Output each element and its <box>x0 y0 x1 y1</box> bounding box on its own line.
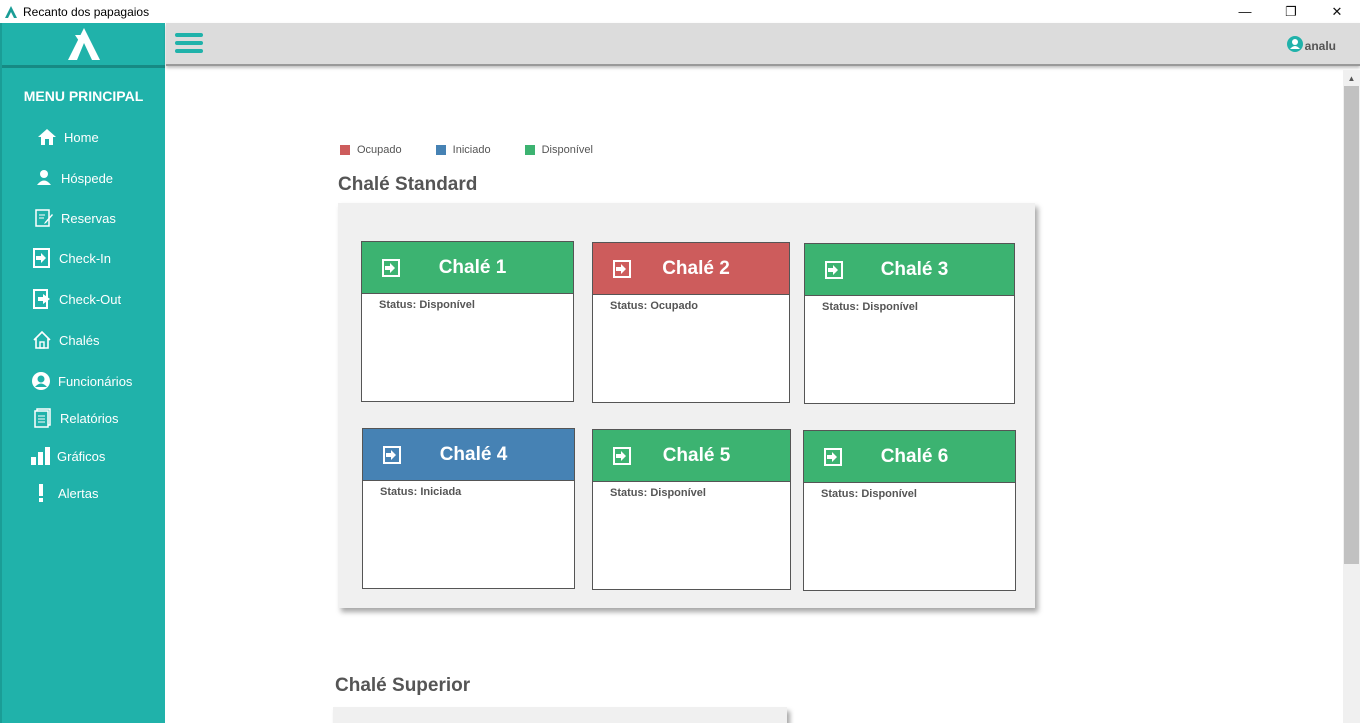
section-title-standard: Chalé Standard <box>338 174 478 195</box>
sidebar-item-label: Relatórios <box>60 410 119 426</box>
legend-swatch <box>524 145 535 155</box>
house-outline-icon <box>31 330 53 350</box>
chalet-card-header: Chalé 5 <box>593 430 790 482</box>
chalet-card-header: Chalé 1 <box>362 242 573 294</box>
sidebar-item-chales[interactable]: Chalés <box>2 325 165 355</box>
chalet-status: Status: Disponível <box>821 488 917 500</box>
enter-icon <box>613 260 631 278</box>
app-logo-icon <box>67 28 100 60</box>
bar-chart-icon <box>29 446 51 466</box>
chalet-status: Status: Disponível <box>379 299 475 311</box>
enter-icon <box>824 448 842 466</box>
superior-chalets-panel <box>333 707 787 723</box>
legend-label: Iniciado <box>452 144 491 156</box>
chalet-status: Status: Iniciada <box>380 486 462 498</box>
sidebar-item-label: Hóspede <box>61 170 114 186</box>
legend-item-disponivel: Disponível <box>524 144 593 156</box>
window-titlebar: Recanto dos papagaios — ❐ ✕ <box>0 0 1360 23</box>
sidebar-item-check-out[interactable]: Check-Out <box>2 284 165 314</box>
legend-swatch <box>435 145 446 155</box>
menu-title: MENU PRINCIPAL <box>23 88 144 104</box>
chalet-card-header: Chalé 4 <box>363 429 574 481</box>
user-menu[interactable]: analu <box>1286 36 1336 55</box>
sidebar-item-relatorios[interactable]: Relatórios <box>2 403 165 433</box>
scroll-up-icon[interactable]: ▲ <box>1343 70 1360 86</box>
legend-item-iniciado: Iniciado <box>435 144 491 156</box>
chalet-card-2[interactable]: Chalé 2 Status: Ocupado <box>592 242 790 403</box>
sidebar-item-funcionarios[interactable]: Funcionários <box>2 366 165 396</box>
sidebar-item-label: Chalés <box>59 332 100 348</box>
sidebar: MENU PRINCIPAL Home Hóspede Reservas Che… <box>0 23 165 723</box>
home-icon <box>36 127 58 147</box>
sidebar-item-label: Check-In <box>59 250 112 266</box>
exit-icon <box>31 289 53 309</box>
legend-item-ocupado: Ocupado <box>340 144 402 156</box>
status-legend: Ocupado Iniciado Disponível <box>340 144 627 156</box>
sidebar-item-home[interactable]: Home <box>2 122 165 152</box>
edit-document-icon <box>33 208 55 228</box>
restore-button[interactable]: ❐ <box>1268 0 1314 23</box>
sidebar-item-label: Gráficos <box>57 448 106 464</box>
sidebar-item-reservas[interactable]: Reservas <box>2 203 165 233</box>
sidebar-item-alertas[interactable]: Alertas <box>2 478 165 508</box>
user-circle-icon <box>30 371 52 391</box>
minimize-button[interactable]: — <box>1222 0 1268 23</box>
enter-icon <box>382 259 400 277</box>
scrollbar-thumb[interactable] <box>1344 86 1359 564</box>
chalet-card-6[interactable]: Chalé 6 Status: Disponível <box>803 430 1016 591</box>
chalet-status: Status: Ocupado <box>610 300 699 312</box>
chalet-card-1[interactable]: Chalé 1 Status: Disponível <box>361 241 574 402</box>
chalet-card-5[interactable]: Chalé 5 Status: Disponível <box>592 429 791 590</box>
chalet-status: Status: Disponível <box>822 301 918 313</box>
enter-icon <box>383 446 401 464</box>
legend-swatch <box>340 145 350 155</box>
chalet-card-header: Chalé 3 <box>805 244 1014 296</box>
enter-icon <box>613 447 631 465</box>
chalet-card-3[interactable]: Chalé 3 Status: Disponível <box>804 243 1015 404</box>
window-title: Recanto dos papagaios <box>23 4 150 19</box>
chalet-card-4[interactable]: Chalé 4 Status: Iniciada <box>362 428 575 589</box>
vertical-scrollbar[interactable]: ▲ <box>1343 70 1360 723</box>
sidebar-item-graficos[interactable]: Gráficos <box>2 441 165 471</box>
sidebar-item-label: Check-Out <box>59 291 122 307</box>
enter-icon <box>825 261 843 279</box>
legend-label: Ocupado <box>357 144 402 156</box>
app-logo-icon <box>5 5 17 18</box>
sidebar-item-hospede[interactable]: Hóspede <box>2 163 165 193</box>
sidebar-item-label: Funcionários <box>58 373 133 389</box>
person-icon <box>33 168 55 188</box>
enter-icon <box>31 248 53 268</box>
user-circle-icon <box>1286 36 1303 55</box>
chalet-card-header: Chalé 6 <box>804 431 1015 483</box>
section-title-superior: Chalé Superior <box>335 675 471 696</box>
username: analu <box>1304 38 1336 53</box>
chalet-status: Status: Disponível <box>610 487 706 499</box>
window-controls: — ❐ ✕ <box>1222 0 1360 23</box>
top-bar: analu <box>166 23 1360 66</box>
sidebar-item-label: Alertas <box>58 485 99 501</box>
legend-label: Disponível <box>541 144 593 156</box>
sidebar-logo[interactable] <box>2 23 165 68</box>
sidebar-item-check-in[interactable]: Check-In <box>2 243 165 273</box>
exclamation-icon <box>30 483 52 503</box>
report-icon <box>32 408 54 428</box>
close-button[interactable]: ✕ <box>1314 0 1360 23</box>
chalet-card-header: Chalé 2 <box>593 243 789 295</box>
sidebar-item-label: Reservas <box>61 210 116 226</box>
hamburger-menu-icon[interactable] <box>175 33 203 57</box>
sidebar-item-label: Home <box>64 129 99 145</box>
